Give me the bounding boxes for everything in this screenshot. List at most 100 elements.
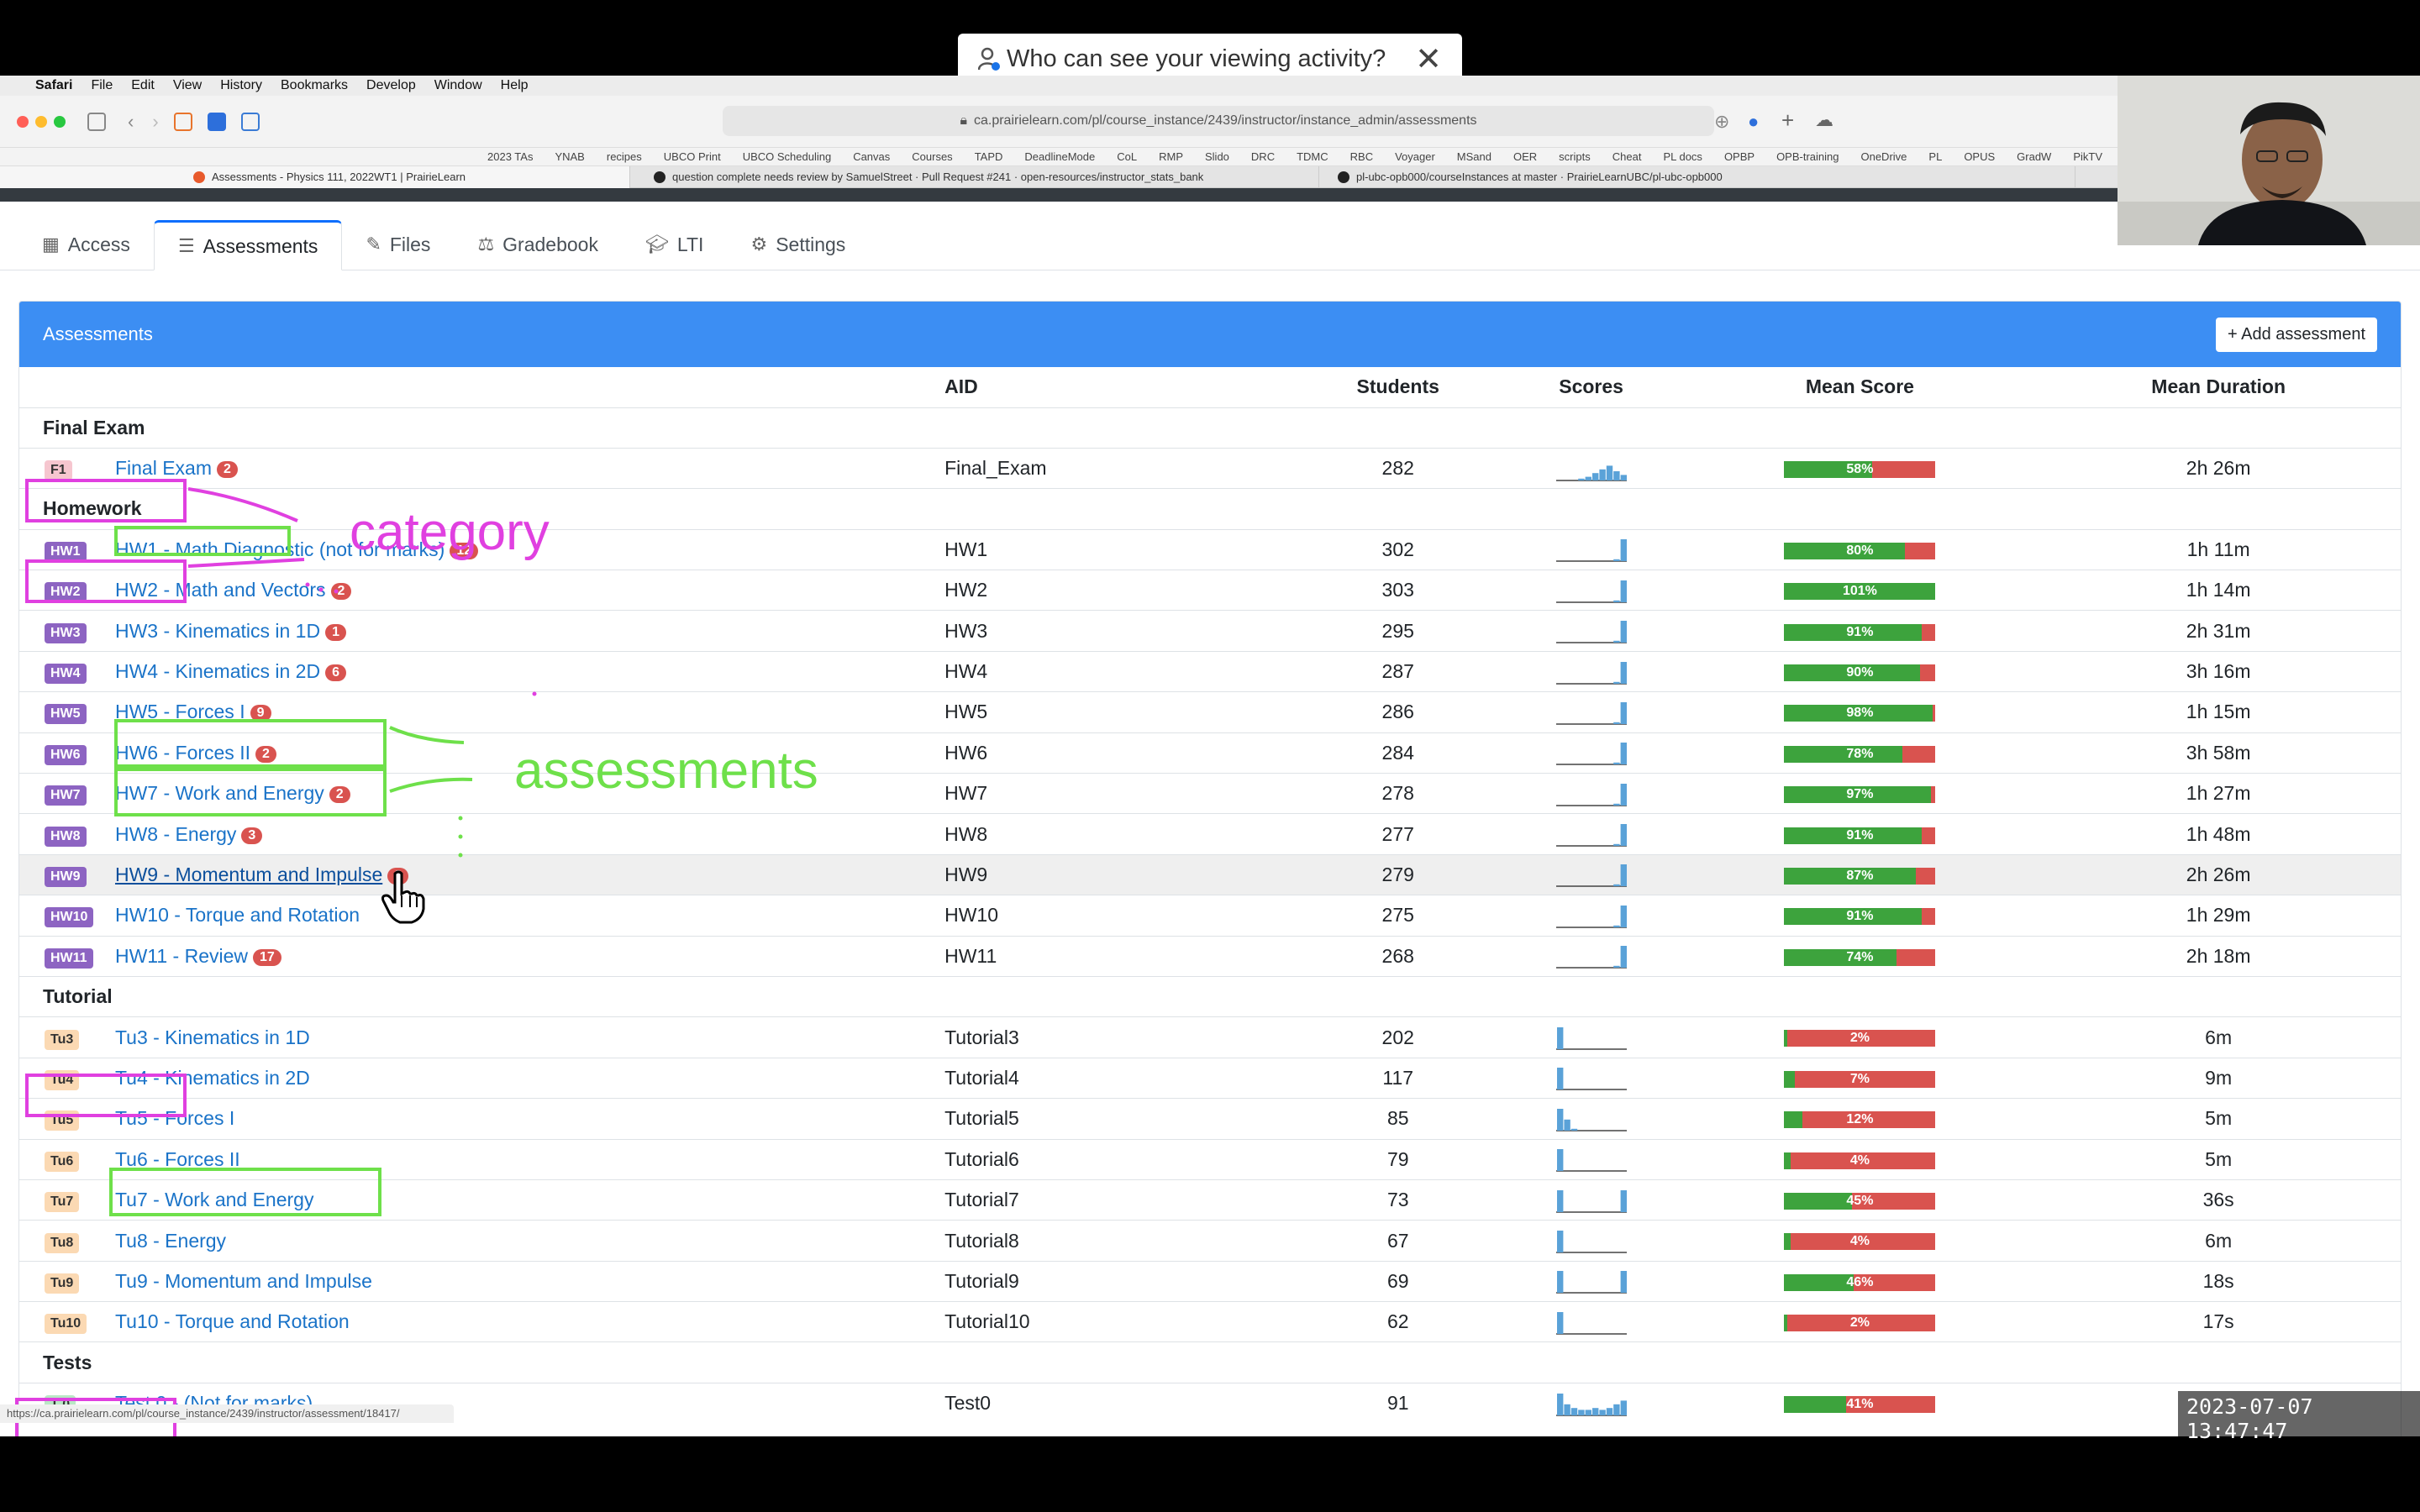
download-icon[interactable]: ⊕ — [1714, 111, 1729, 133]
tab-files[interactable]: ✎ Files — [342, 219, 454, 270]
favorite-item[interactable]: 2023 TAs — [487, 150, 533, 163]
favorite-item[interactable]: RMP — [1159, 150, 1183, 163]
assessment-link[interactable]: Final Exam — [115, 457, 212, 479]
favorite-item[interactable]: DeadlineMode — [1024, 150, 1095, 163]
assessment-link[interactable]: HW6 - Forces II — [115, 742, 250, 764]
favorite-item[interactable]: scripts — [1559, 150, 1591, 163]
assessment-link[interactable]: HW8 - Energy — [115, 823, 236, 845]
close-icon[interactable]: ✕ — [1415, 40, 1442, 78]
assessment-link[interactable]: Tu4 - Kinematics in 2D — [115, 1067, 310, 1089]
url-bar[interactable]: 🔒︎ ca.prairielearn.com/pl/course_instanc… — [723, 106, 1714, 136]
cloud-icon[interactable]: ☁ — [1815, 109, 1833, 131]
menu-view[interactable]: View — [173, 78, 202, 93]
menu-bookmarks[interactable]: Bookmarks — [281, 78, 348, 93]
favorite-item[interactable]: Courses — [912, 150, 952, 163]
assessment-badge: Tu7 — [45, 1192, 80, 1213]
favorite-item[interactable]: RBC — [1350, 150, 1373, 163]
issues-badge[interactable]: 2 — [329, 786, 350, 804]
add-assessment-button[interactable]: + Add assessment — [2216, 317, 2377, 352]
tab-settings[interactable]: ⚙ Settings — [727, 219, 869, 270]
sidebar-icon[interactable] — [87, 112, 106, 131]
assessment-link[interactable]: Tu9 - Momentum and Impulse — [115, 1270, 372, 1292]
favorite-item[interactable]: OPBP — [1724, 150, 1754, 163]
assessment-link[interactable]: Tu10 - Torque and Rotation — [115, 1310, 350, 1332]
favorite-item[interactable]: PL docs — [1663, 150, 1702, 163]
mean-score-bar: 80% — [1784, 542, 1936, 559]
favorite-item[interactable]: Voyager — [1395, 150, 1435, 163]
favorite-item[interactable]: TAPD — [975, 150, 1003, 163]
favorite-item[interactable]: PikTV — [2073, 150, 2102, 163]
tab-gradebook[interactable]: ⚖ Gradebook — [454, 219, 622, 270]
menu-safari[interactable]: Safari — [35, 78, 72, 93]
menu-window[interactable]: Window — [434, 78, 482, 93]
mean-duration: 9m — [2036, 1057, 2401, 1099]
password-icon[interactable]: ● — [1748, 111, 1759, 133]
assessment-link[interactable]: Tu5 - Forces I — [115, 1107, 234, 1129]
assessment-link[interactable]: HW9 - Momentum and Impulse — [115, 864, 382, 885]
issues-badge[interactable]: 9 — [250, 705, 271, 722]
browser-tab-pull-request[interactable]: question complete needs review by Samuel… — [630, 165, 1319, 188]
issues-badge[interactable]: 1 — [325, 623, 346, 641]
assessment-link[interactable]: HW5 - Forces I — [115, 701, 245, 722]
favorite-item[interactable]: UBCO Print — [664, 150, 721, 163]
assessment-aid: HW11 — [944, 935, 1297, 977]
close-window-button[interactable] — [17, 115, 29, 128]
extension-icon[interactable] — [173, 112, 192, 131]
favorite-item[interactable]: GradW — [2017, 150, 2051, 163]
tab-access[interactable]: ▦ Access — [18, 219, 154, 270]
forward-icon[interactable]: › — [152, 111, 158, 133]
issues-badge[interactable]: 17 — [253, 948, 281, 966]
favorite-item[interactable]: TDMC — [1297, 150, 1328, 163]
issues-badge[interactable]: 6 — [325, 664, 346, 682]
mean-score-bar: 4% — [1784, 1152, 1936, 1169]
assessment-link[interactable]: Tu6 - Forces II — [115, 1148, 240, 1170]
tab-assessments[interactable]: ☰ Assessments — [153, 220, 343, 270]
favorite-item[interactable]: PL — [1928, 150, 1942, 163]
back-icon[interactable]: ‹ — [128, 111, 134, 133]
assessment-link[interactable]: HW4 - Kinematics in 2D — [115, 660, 320, 682]
menu-file[interactable]: File — [91, 78, 113, 93]
favorite-item[interactable]: UBCO Scheduling — [743, 150, 832, 163]
favorite-item[interactable]: MSand — [1457, 150, 1491, 163]
minimize-window-button[interactable] — [35, 115, 47, 128]
issues-badge[interactable]: 2 — [330, 583, 352, 601]
favorite-item[interactable]: YNAB — [555, 150, 584, 163]
assessment-link[interactable]: HW2 - Math and Vectors — [115, 579, 326, 601]
browser-tab-course-instances[interactable]: pl-ubc-opb000/courseInstances at master … — [1319, 165, 2075, 188]
assessment-link[interactable]: HW7 - Work and Energy — [115, 782, 324, 804]
extension-icon[interactable] — [240, 112, 260, 131]
issues-badge[interactable]: 3 — [241, 827, 263, 844]
browser-tab-assessments[interactable]: Assessments - Physics 111, 2022WT1 | Pra… — [0, 165, 630, 188]
assessment-link[interactable]: Tu7 - Work and Energy — [115, 1189, 314, 1210]
favorite-item[interactable]: DRC — [1251, 150, 1275, 163]
favorite-item[interactable]: Canvas — [853, 150, 890, 163]
mean-score-bar: 91% — [1784, 908, 1936, 926]
issues-badge[interactable]: 2 — [217, 461, 238, 479]
assessment-link[interactable]: Tu3 - Kinematics in 1D — [115, 1026, 310, 1048]
menu-edit[interactable]: Edit — [131, 78, 155, 93]
favorite-item[interactable]: CoL — [1117, 150, 1137, 163]
favorite-item[interactable]: OPUS — [1964, 150, 1995, 163]
assessment-link[interactable]: HW10 - Torque and Rotation — [115, 904, 360, 926]
menu-develop[interactable]: Develop — [366, 78, 416, 93]
favorite-item[interactable]: OneDrive — [1860, 150, 1907, 163]
assessment-link[interactable]: HW11 - Review — [115, 945, 248, 967]
favorite-item[interactable]: OPB-training — [1776, 150, 1839, 163]
new-tab-icon[interactable]: + — [1781, 108, 1794, 134]
favorite-item[interactable]: recipes — [607, 150, 642, 163]
histogram-bar — [1620, 783, 1627, 806]
favorite-item[interactable]: Slido — [1205, 150, 1229, 163]
histogram-bar — [1577, 478, 1585, 480]
tab-lti[interactable]: 🎓︎ LTI — [622, 219, 727, 270]
zoom-window-button[interactable] — [54, 115, 66, 128]
favorite-item[interactable]: Cheat — [1612, 150, 1642, 163]
mean-duration: 6m — [2036, 1016, 2401, 1058]
menu-history[interactable]: History — [220, 78, 262, 93]
assessment-link[interactable]: HW3 - Kinematics in 1D — [115, 620, 320, 642]
menu-help[interactable]: Help — [501, 78, 529, 93]
category-row: Final Exam — [19, 407, 2401, 449]
issues-badge[interactable]: 2 — [255, 745, 276, 763]
extension-icon[interactable] — [207, 112, 226, 131]
assessment-link[interactable]: Tu8 - Energy — [115, 1230, 226, 1252]
favorite-item[interactable]: OER — [1513, 150, 1537, 163]
